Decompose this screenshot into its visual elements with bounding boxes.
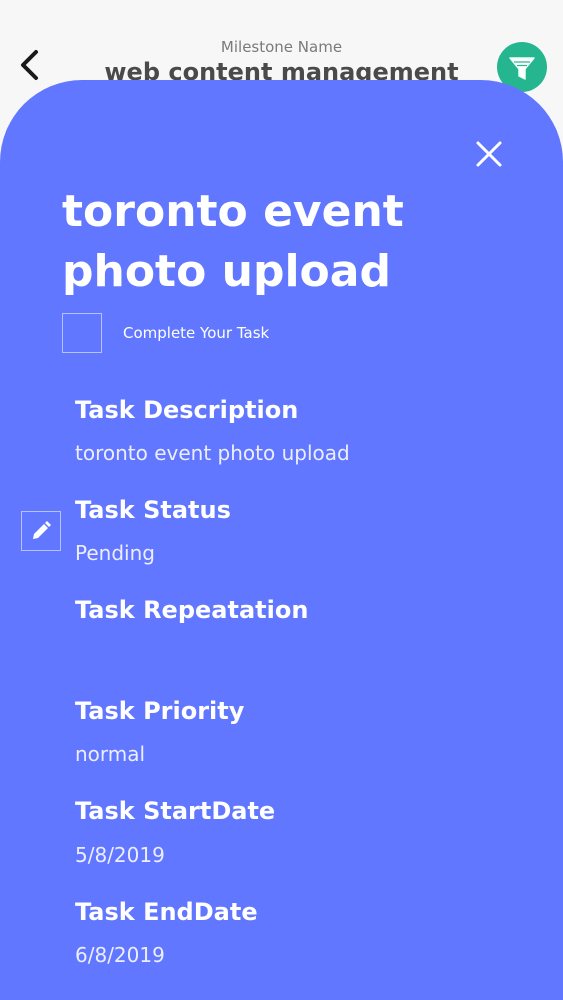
task-startdate-label: Task StartDate xyxy=(75,797,276,825)
task-description-value: toronto event photo upload xyxy=(75,441,350,465)
close-button[interactable] xyxy=(472,137,506,171)
milestone-label: Milestone Name xyxy=(220,38,343,56)
task-priority-label: Task Priority xyxy=(75,697,245,725)
complete-task-checkbox[interactable] xyxy=(62,313,102,353)
task-priority-value: normal xyxy=(75,742,146,766)
task-enddate-label: Task EndDate xyxy=(75,898,258,926)
filter-icon xyxy=(509,57,535,80)
task-status-label: Task Status xyxy=(75,496,231,524)
task-startdate-value: 5/8/2019 xyxy=(75,843,165,867)
pencil-icon xyxy=(33,521,51,539)
close-icon xyxy=(476,141,502,167)
task-status-value: Pending xyxy=(75,541,155,565)
task-description-label: Task Description xyxy=(75,396,299,424)
task-title: toronto event photo upload xyxy=(62,186,404,297)
edit-status-button[interactable] xyxy=(21,511,61,551)
task-enddate-value: 6/8/2019 xyxy=(75,943,165,967)
task-repetition-label: Task Repeatation xyxy=(75,596,309,624)
complete-task-label: Complete Your Task xyxy=(123,324,270,342)
